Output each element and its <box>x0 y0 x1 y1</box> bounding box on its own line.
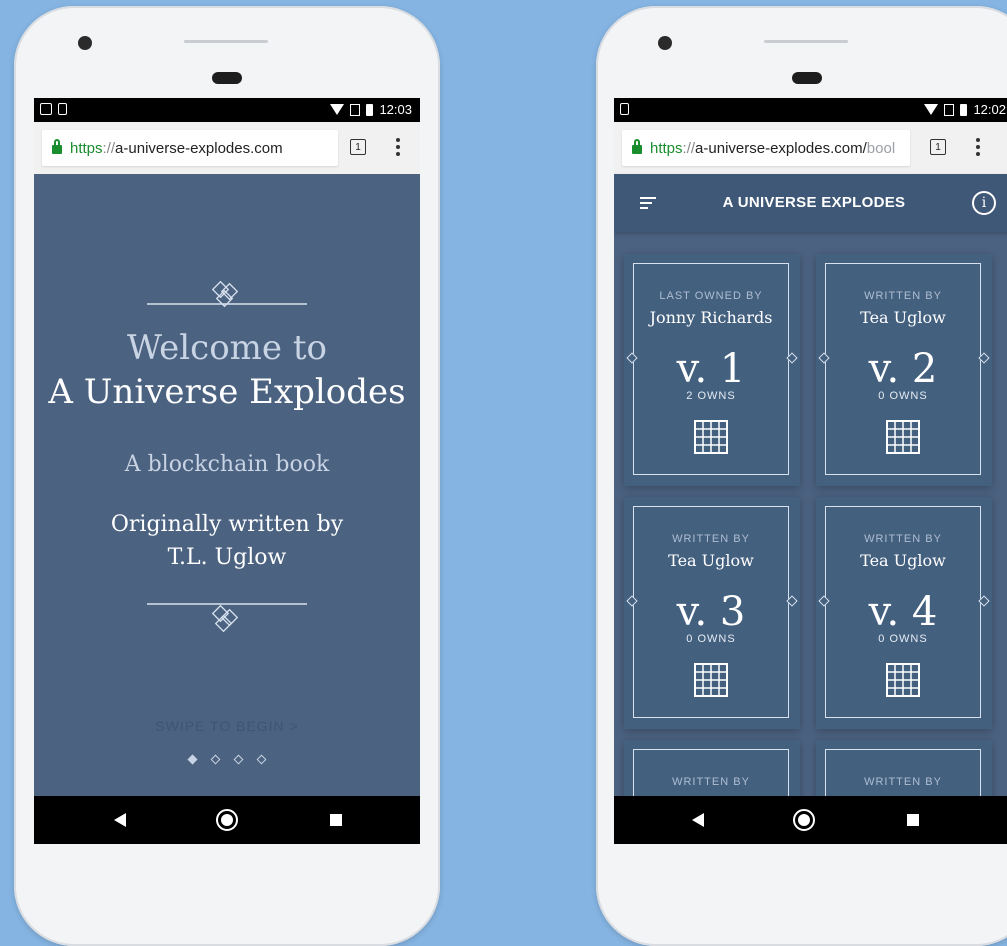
card-label: WRITTEN BY <box>864 290 942 302</box>
url-separator: :// <box>682 139 696 157</box>
screen: 12:03 https://a-universe-explodes.com 1 … <box>34 98 420 844</box>
qr-grid-icon <box>694 663 728 697</box>
android-nav-bar <box>614 796 1007 844</box>
version-card[interactable]: WRITTEN BY Tea Uglow v. 4 0 OWNS <box>816 497 992 729</box>
card-author-name: Tea Uglow <box>860 308 946 327</box>
card-label: WRITTEN BY <box>864 776 942 788</box>
url-domain: a-universe-explodes.com/ <box>695 139 867 157</box>
version-card[interactable]: WRITTEN BY Tea Uglow v. 3 0 OWNS <box>624 497 800 729</box>
battery-icon <box>960 103 968 116</box>
bottom-ornament-icon <box>147 603 307 633</box>
home-icon[interactable] <box>216 809 238 831</box>
status-bar: 12:02 <box>614 98 1007 122</box>
welcome-line: Welcome to <box>127 328 327 368</box>
card-owns-count: 0 OWNS <box>878 633 928 645</box>
page-dot[interactable] <box>256 754 267 765</box>
qr-grid-icon <box>886 663 920 697</box>
page-indicator <box>187 754 267 765</box>
qr-grid-icon <box>694 420 728 454</box>
page-dot-active[interactable] <box>187 754 198 765</box>
speaker-grille <box>764 40 848 43</box>
url-field[interactable]: https://a-universe-explodes.com/bool <box>622 130 910 166</box>
card-owns-count: 0 OWNS <box>878 390 928 402</box>
battery-icon <box>366 103 374 116</box>
lock-icon <box>632 139 642 154</box>
card-owner-name: Jonny Richards <box>649 308 773 327</box>
author-credit: Originally written by T.L. Uglow <box>34 508 420 574</box>
home-icon[interactable] <box>793 809 815 831</box>
card-version: v. 3 <box>676 589 746 635</box>
card-label: WRITTEN BY <box>672 776 750 788</box>
back-icon[interactable] <box>692 813 704 827</box>
lock-icon <box>52 139 62 154</box>
info-icon[interactable]: i <box>972 191 996 215</box>
back-icon[interactable] <box>114 813 126 827</box>
url-separator: :// <box>102 139 116 157</box>
tab-switcher-button[interactable]: 1 <box>350 139 366 155</box>
url-domain: a-universe-explodes.com <box>115 139 283 157</box>
card-label: LAST OWNED BY <box>659 290 763 302</box>
status-clock: 12:03 <box>379 102 412 117</box>
swipe-to-begin-link[interactable]: SWIPE TO BEGIN > <box>34 718 420 734</box>
version-card[interactable]: WRITTEN BY Tea Uglow v. 2 0 OWNS <box>816 254 992 486</box>
screen: 12:02 https://a-universe-explodes.com/bo… <box>614 98 1007 844</box>
image-notification-icon <box>40 103 52 115</box>
card-owns-count: 2 OWNS <box>686 390 736 402</box>
card-author-name: Tea Uglow <box>668 551 754 570</box>
android-nav-bar <box>34 796 420 844</box>
top-ornament-icon <box>147 280 307 308</box>
browser-toolbar: https://a-universe-explodes.com 1 <box>34 122 420 174</box>
version-card[interactable]: LAST OWNED BY Jonny Richards v. 1 2 OWNS <box>624 254 800 486</box>
phone-right: 12:02 https://a-universe-explodes.com/bo… <box>596 6 1007 946</box>
card-label: WRITTEN BY <box>864 533 942 545</box>
url-field[interactable]: https://a-universe-explodes.com <box>42 130 338 166</box>
proximity-sensor <box>792 72 822 84</box>
page-dot[interactable] <box>210 754 221 765</box>
card-label: WRITTEN BY <box>672 533 750 545</box>
recent-apps-icon[interactable] <box>907 814 919 826</box>
url-scheme: https <box>650 139 683 157</box>
phone-notification-icon <box>58 103 67 115</box>
card-version: v. 1 <box>676 346 746 392</box>
front-camera-icon <box>658 36 672 50</box>
status-bar: 12:03 <box>34 98 420 122</box>
app-bar: A UNIVERSE EXPLODES i <box>614 174 1007 232</box>
overflow-menu-icon[interactable] <box>976 138 980 156</box>
originally-written-label: Originally written by <box>110 512 344 537</box>
status-clock: 12:02 <box>973 102 1006 117</box>
qr-grid-icon <box>886 420 920 454</box>
card-owns-count: 0 OWNS <box>686 633 736 645</box>
no-signal-icon <box>350 103 361 116</box>
recent-apps-icon[interactable] <box>330 814 342 826</box>
wifi-icon <box>924 104 939 115</box>
browser-toolbar: https://a-universe-explodes.com/bool 1 <box>614 122 1007 174</box>
overflow-menu-icon[interactable] <box>396 138 400 156</box>
card-version: v. 2 <box>868 346 938 392</box>
card-version: v. 4 <box>868 589 938 635</box>
card-author-name: Tea Uglow <box>860 551 946 570</box>
book-title: A Universe Explodes <box>48 372 406 412</box>
wifi-icon <box>330 104 345 115</box>
phone-notification-icon <box>620 103 629 115</box>
page-dot[interactable] <box>233 754 244 765</box>
tab-switcher-button[interactable]: 1 <box>930 139 946 155</box>
app-title: A UNIVERSE EXPLODES <box>722 194 906 211</box>
url-scheme: https <box>70 139 103 157</box>
speaker-grille <box>184 40 268 43</box>
author-name: T.L. Uglow <box>167 545 287 570</box>
front-camera-icon <box>78 36 92 50</box>
phone-left: 12:03 https://a-universe-explodes.com 1 … <box>14 6 440 946</box>
url-path: bool <box>866 139 896 157</box>
proximity-sensor <box>212 72 242 84</box>
no-signal-icon <box>944 103 955 116</box>
book-subtitle: A blockchain book <box>124 452 330 477</box>
